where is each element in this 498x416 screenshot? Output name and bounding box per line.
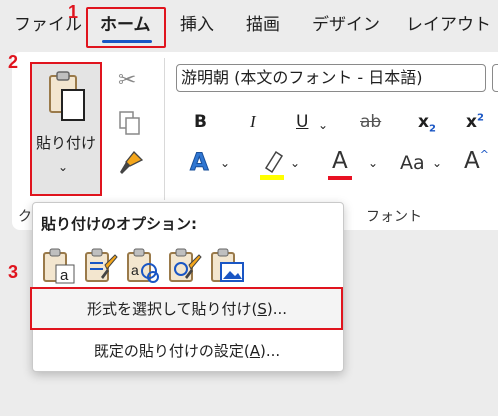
scissors-icon[interactable]: ✂ [118,68,136,93]
tab-layout[interactable]: レイアウト [406,12,491,38]
chevron-down-icon[interactable]: ⌄ [290,156,300,170]
keep-source-formatting-icon[interactable]: a [125,247,161,285]
use-destination-styles-icon[interactable] [167,247,203,285]
paste-special-prefix: 形式を選択して貼り付け( [86,300,258,318]
font-group-label: フォント [366,209,422,225]
default-paste-suffix: )... [259,342,281,360]
copy-icon[interactable] [118,110,142,136]
tab-design[interactable]: デザイン [312,12,380,38]
keep-text-only-icon[interactable]: a [41,247,77,285]
picture-icon[interactable] [209,247,245,285]
clipboard-group-label: ク [18,209,32,225]
subscript-button[interactable]: x2 [418,112,436,134]
chevron-down-icon[interactable]: ⌄ [220,156,230,170]
paste-special-suffix: )... [266,300,288,318]
chevron-down-icon[interactable]: ⌄ [432,156,442,170]
superscript-button[interactable]: x2 [466,112,484,132]
ribbon-separator [164,58,165,200]
bold-button[interactable]: B [194,112,207,132]
step-marker-2: 2 [8,52,19,72]
text-effects-button[interactable]: A [190,148,210,177]
paste-button[interactable] [30,62,102,196]
font-name-select[interactable]: 游明朝 (本文のフォント - 日本語) [176,64,486,92]
subscript-label: x [418,112,429,132]
clipboard-paste-icon [49,71,85,121]
font-size-select[interactable] [492,64,498,92]
tab-draw[interactable]: 描画 [246,12,280,38]
font-color-bar [328,176,352,180]
chevron-down-icon[interactable]: ⌄ [368,156,378,170]
format-painter-icon[interactable] [118,150,144,176]
svg-text:a: a [60,267,69,284]
step-marker-3: 3 [8,262,19,282]
superscript-label: x [466,112,477,132]
default-paste-prefix: 既定の貼り付けの設定( [93,342,250,360]
tab-insert[interactable]: 挿入 [180,12,214,38]
set-default-paste-menu-item[interactable]: 既定の貼り付けの設定(A)... [32,330,342,372]
paste-options-title: 貼り付けのオプション: [41,215,197,233]
paste-label: 貼り付け [35,134,96,152]
home-tab-highlight [86,7,166,48]
strikethrough-button[interactable]: ab [360,112,381,132]
underline-dropdown-icon[interactable]: ⌄ [318,118,328,132]
paste-special-menu-item[interactable]: 形式を選択して貼り付け(S)... [32,288,342,330]
svg-text:a: a [131,262,139,278]
font-color-button[interactable]: A [332,148,348,174]
italic-button[interactable]: I [250,112,256,132]
highlighter-icon[interactable] [258,148,286,182]
merge-formatting-icon[interactable] [83,247,119,285]
chevron-down-icon: ⌄ [58,160,69,174]
step-marker-1: 1 [68,2,79,22]
default-paste-accesskey: A [249,342,260,360]
change-case-button[interactable]: Aa [400,152,425,174]
grow-font-button[interactable]: A^ [464,148,489,174]
underline-button[interactable]: U [296,112,308,132]
paste-special-accesskey: S [257,300,267,318]
